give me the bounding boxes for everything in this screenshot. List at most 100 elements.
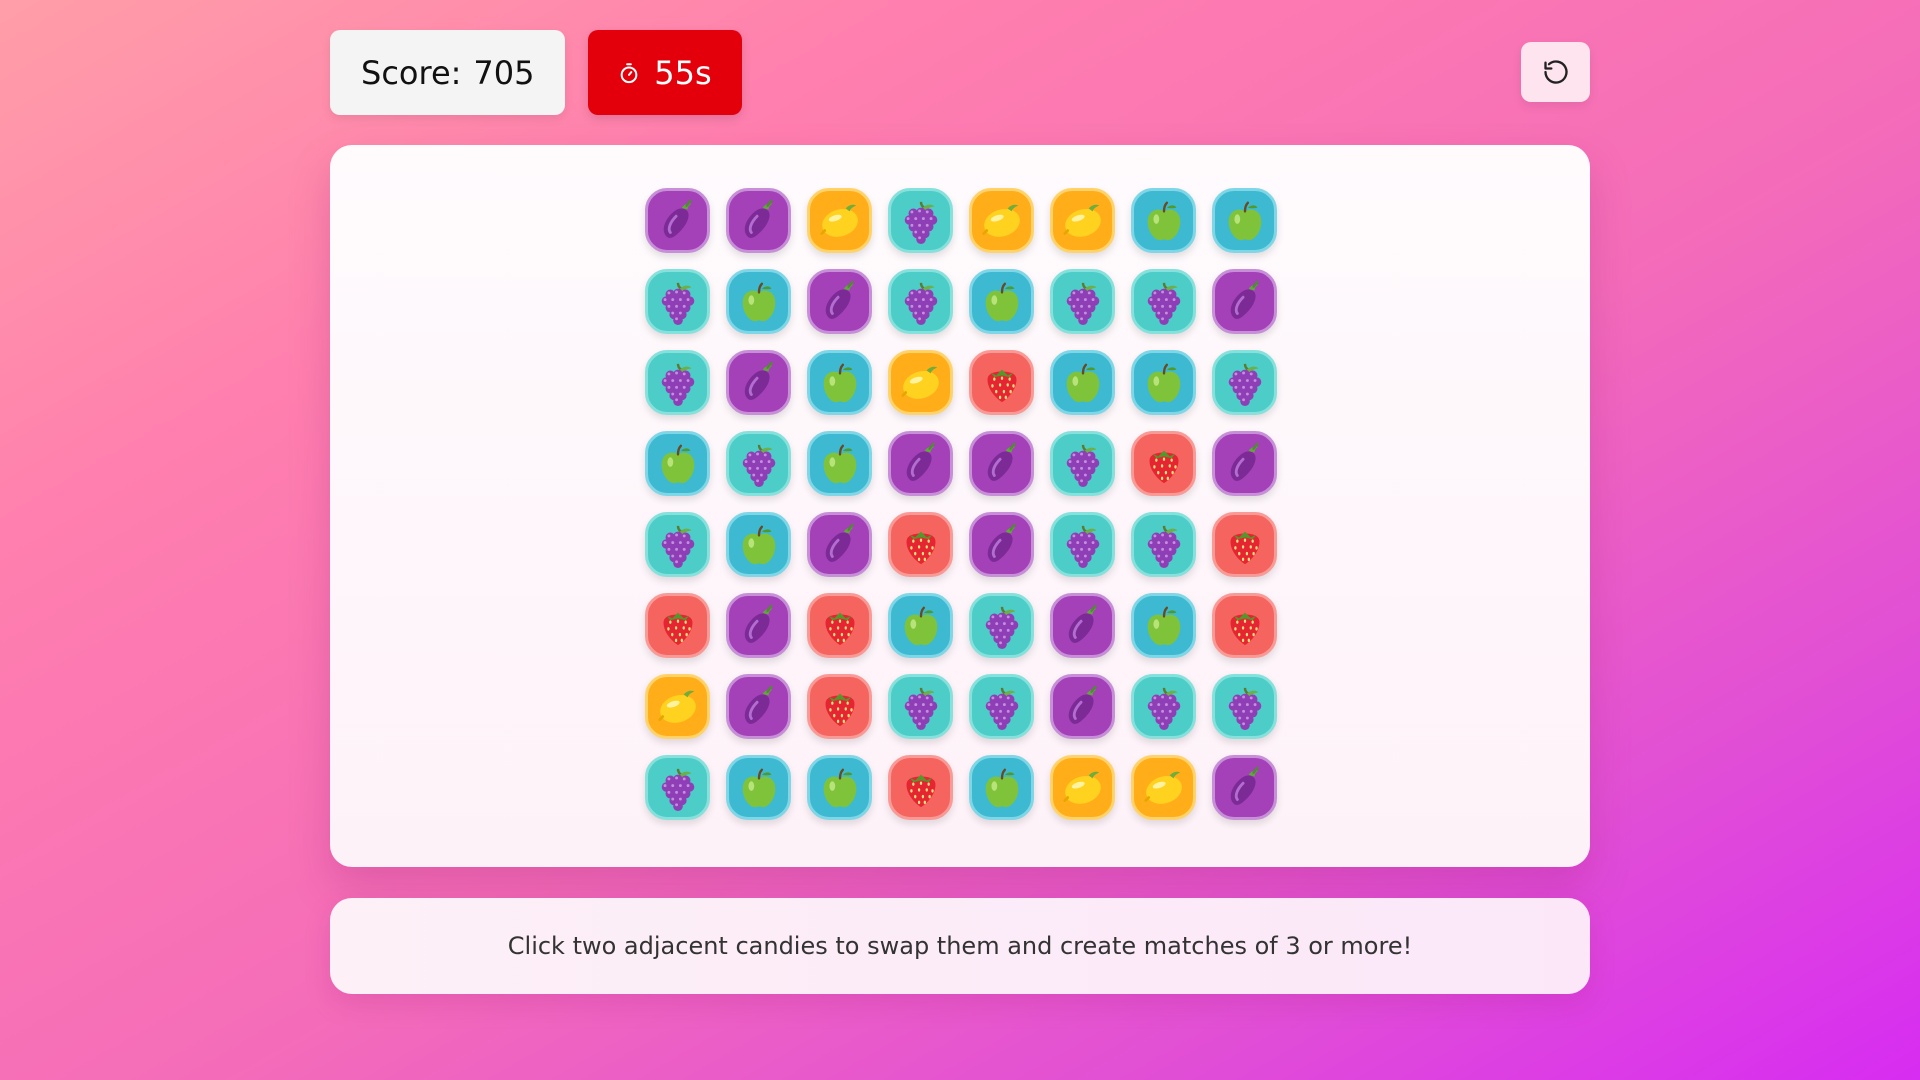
candy-grapes[interactable] <box>645 512 710 577</box>
candy-grapes[interactable] <box>888 674 953 739</box>
candy-strawberry[interactable] <box>807 593 872 658</box>
candy-apple[interactable] <box>1212 188 1277 253</box>
candy-eggplant[interactable] <box>726 593 791 658</box>
candy-grapes[interactable] <box>1212 674 1277 739</box>
candy-apple[interactable] <box>969 269 1034 334</box>
apple-icon <box>817 360 863 406</box>
grapes-icon <box>979 684 1025 730</box>
grapes-icon <box>1141 684 1187 730</box>
grapes-icon <box>898 279 944 325</box>
candy-grapes[interactable] <box>1131 674 1196 739</box>
candy-lemon[interactable] <box>888 350 953 415</box>
candy-lemon[interactable] <box>807 188 872 253</box>
candy-strawberry[interactable] <box>645 593 710 658</box>
grapes-icon <box>898 684 944 730</box>
candy-apple[interactable] <box>807 755 872 820</box>
candy-grapes[interactable] <box>888 188 953 253</box>
eggplant-icon <box>898 441 944 487</box>
candy-eggplant[interactable] <box>807 269 872 334</box>
candy-grapes[interactable] <box>645 269 710 334</box>
apple-icon <box>979 765 1025 811</box>
candy-lemon[interactable] <box>645 674 710 739</box>
candy-grapes[interactable] <box>1131 512 1196 577</box>
grapes-icon <box>898 198 944 244</box>
candy-strawberry[interactable] <box>888 755 953 820</box>
strawberry-icon <box>1222 603 1268 649</box>
candy-grapes[interactable] <box>969 674 1034 739</box>
candy-grapes[interactable] <box>888 269 953 334</box>
candy-apple[interactable] <box>807 431 872 496</box>
candy-eggplant[interactable] <box>1050 593 1115 658</box>
candy-lemon[interactable] <box>1131 755 1196 820</box>
candy-apple[interactable] <box>1131 350 1196 415</box>
grapes-icon <box>736 441 782 487</box>
candy-eggplant[interactable] <box>645 188 710 253</box>
instructions-panel: Click two adjacent candies to swap them … <box>330 898 1590 994</box>
candy-grapes[interactable] <box>726 431 791 496</box>
candy-apple[interactable] <box>726 269 791 334</box>
candy-apple[interactable] <box>726 755 791 820</box>
strawberry-icon <box>898 522 944 568</box>
apple-icon <box>1141 603 1187 649</box>
candy-strawberry[interactable] <box>1212 512 1277 577</box>
candy-apple[interactable] <box>726 512 791 577</box>
apple-icon <box>1141 360 1187 406</box>
grapes-icon <box>1060 522 1106 568</box>
eggplant-icon <box>736 360 782 406</box>
candy-apple[interactable] <box>1131 188 1196 253</box>
candy-lemon[interactable] <box>1050 188 1115 253</box>
candy-eggplant[interactable] <box>726 188 791 253</box>
candy-apple[interactable] <box>1131 593 1196 658</box>
candy-eggplant[interactable] <box>969 431 1034 496</box>
candy-strawberry[interactable] <box>888 512 953 577</box>
instructions-text: Click two adjacent candies to swap them … <box>507 932 1413 960</box>
game-container: Score: 705 55s Click two adjacent candie… <box>330 30 1590 994</box>
apple-icon <box>817 765 863 811</box>
candy-apple[interactable] <box>645 431 710 496</box>
strawberry-icon <box>817 603 863 649</box>
candy-grapes[interactable] <box>645 350 710 415</box>
candy-eggplant[interactable] <box>1050 674 1115 739</box>
candy-grapes[interactable] <box>645 755 710 820</box>
grapes-icon <box>1060 441 1106 487</box>
candy-strawberry[interactable] <box>1131 431 1196 496</box>
grapes-icon <box>1222 684 1268 730</box>
candy-eggplant[interactable] <box>1212 431 1277 496</box>
candy-apple[interactable] <box>969 755 1034 820</box>
candy-grapes[interactable] <box>1212 350 1277 415</box>
candy-eggplant[interactable] <box>726 350 791 415</box>
candy-eggplant[interactable] <box>1212 755 1277 820</box>
reset-icon <box>1543 60 1568 84</box>
candy-apple[interactable] <box>1050 350 1115 415</box>
grapes-icon <box>655 522 701 568</box>
candy-grapes[interactable] <box>1050 269 1115 334</box>
candy-eggplant[interactable] <box>888 431 953 496</box>
grapes-icon <box>1141 522 1187 568</box>
score-value: 705 <box>473 53 535 92</box>
lemon-icon <box>1060 765 1106 811</box>
candy-eggplant[interactable] <box>726 674 791 739</box>
candy-grapes[interactable] <box>969 593 1034 658</box>
strawberry-icon <box>817 684 863 730</box>
candy-eggplant[interactable] <box>1212 269 1277 334</box>
apple-icon <box>817 441 863 487</box>
candy-lemon[interactable] <box>1050 755 1115 820</box>
timer-display: 55s <box>588 30 742 115</box>
apple-icon <box>736 279 782 325</box>
grapes-icon <box>1222 360 1268 406</box>
eggplant-icon <box>736 603 782 649</box>
reset-button[interactable] <box>1521 42 1590 102</box>
candy-grapes[interactable] <box>1050 431 1115 496</box>
candy-eggplant[interactable] <box>807 512 872 577</box>
candy-apple[interactable] <box>888 593 953 658</box>
candy-strawberry[interactable] <box>1212 593 1277 658</box>
lemon-icon <box>655 684 701 730</box>
candy-strawberry[interactable] <box>807 674 872 739</box>
eggplant-icon <box>736 198 782 244</box>
candy-grapes[interactable] <box>1050 512 1115 577</box>
candy-grapes[interactable] <box>1131 269 1196 334</box>
candy-lemon[interactable] <box>969 188 1034 253</box>
candy-apple[interactable] <box>807 350 872 415</box>
candy-strawberry[interactable] <box>969 350 1034 415</box>
candy-eggplant[interactable] <box>969 512 1034 577</box>
